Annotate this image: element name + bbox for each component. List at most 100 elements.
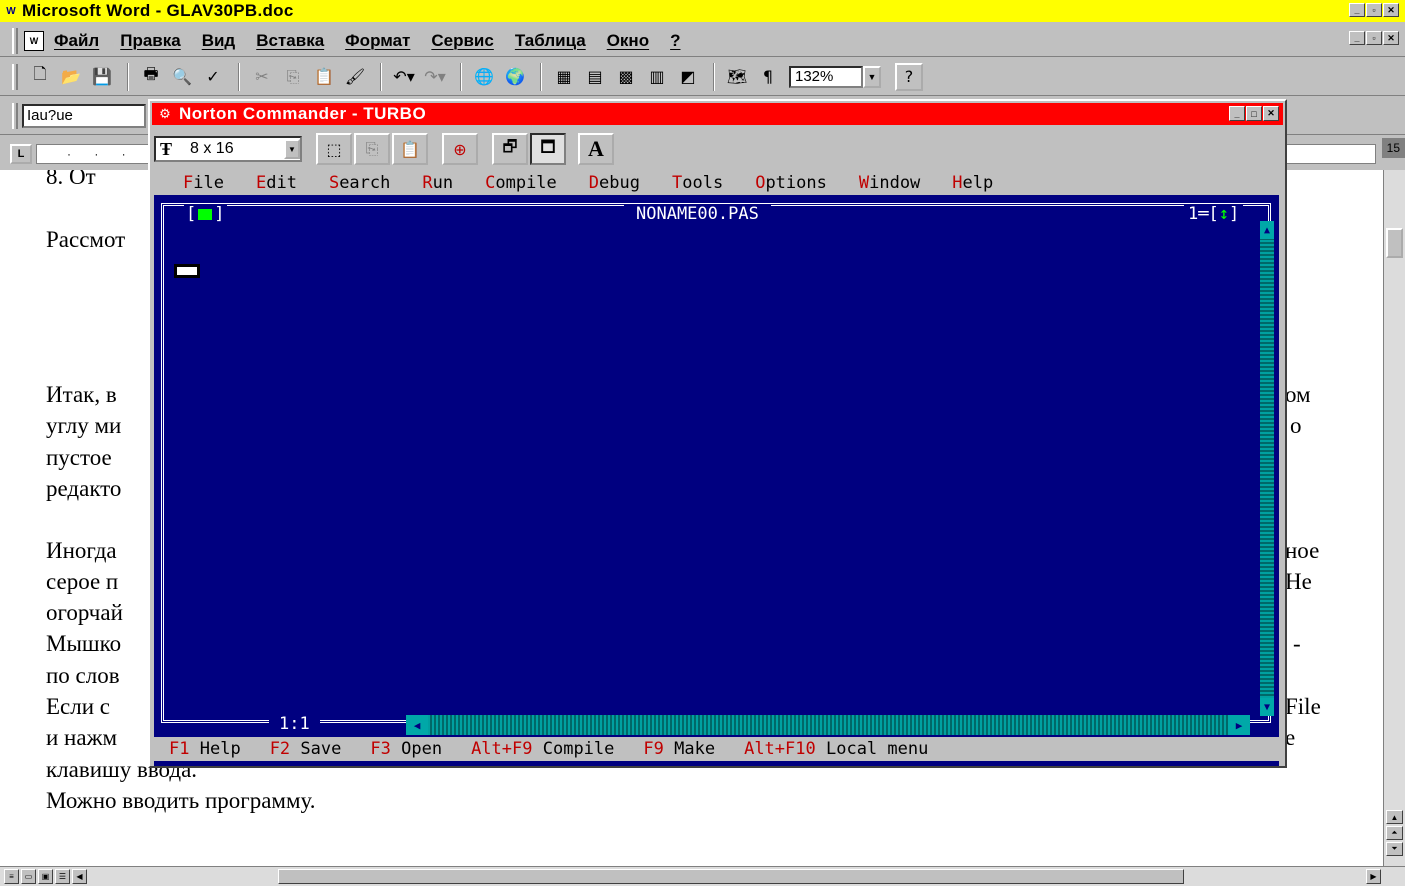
norton-commander-window[interactable]: ⚙ Norton Commander - TURBO _ □ ✕ Ŧ 8 x 1…: [148, 99, 1287, 768]
status-make[interactable]: F9 Make: [643, 739, 715, 759]
paste-icon[interactable]: 📋: [310, 63, 338, 91]
tp-scroll-right-icon[interactable]: ▶: [1228, 715, 1250, 735]
vscroll-thumb[interactable]: [1386, 228, 1403, 258]
tables-borders-icon[interactable]: ▦: [550, 63, 578, 91]
nc-close-icon[interactable]: ✕: [1263, 106, 1279, 121]
toolbar-grip[interactable]: [12, 63, 18, 90]
editor-close-icon[interactable]: []: [184, 204, 227, 224]
hscroll-thumb[interactable]: [278, 869, 1184, 884]
word-vertical-scrollbar[interactable]: ▲ ⏶ ⏷: [1383, 170, 1405, 866]
tp-scroll-left-icon[interactable]: ◀: [406, 715, 428, 735]
normal-view-icon[interactable]: ≡: [4, 869, 19, 884]
msdos-icon[interactable]: ⚙: [155, 105, 175, 123]
doc-close-icon[interactable]: ✕: [1383, 31, 1399, 45]
turbo-pascal-console[interactable]: File Edit Search Run Compile Debug Tools…: [154, 171, 1279, 766]
insert-table-icon[interactable]: ▤: [581, 63, 609, 91]
tp-scroll-down-icon[interactable]: ▼: [1260, 698, 1274, 716]
close-icon[interactable]: ✕: [1383, 3, 1399, 17]
tp-menu-compile[interactable]: Compile: [485, 173, 557, 193]
format-grip[interactable]: [12, 102, 18, 129]
zoom-dropdown-icon[interactable]: ▼: [863, 65, 881, 88]
new-doc-icon[interactable]: 🗋: [26, 63, 54, 91]
spelling-icon[interactable]: ✓: [199, 63, 227, 91]
scroll-right-icon[interactable]: ▶: [1366, 869, 1381, 884]
print-icon[interactable]: 🖶: [137, 63, 165, 91]
status-compile[interactable]: Alt+F9 Compile: [471, 739, 614, 759]
status-help[interactable]: F1 Help: [169, 739, 241, 759]
format-painter-icon[interactable]: 🖌: [341, 63, 369, 91]
nc-minimize-icon[interactable]: _: [1229, 106, 1245, 121]
redo-icon[interactable]: ↷▾: [421, 63, 449, 91]
tp-menu-tools[interactable]: Tools: [672, 173, 723, 193]
tp-menu-run[interactable]: Run: [422, 173, 453, 193]
tp-scroll-up-icon[interactable]: ▲: [1260, 221, 1274, 239]
menu-edit[interactable]: Правка: [120, 31, 180, 51]
hyperlink-icon[interactable]: 🌍: [501, 63, 529, 91]
print-preview-icon[interactable]: 🔍: [168, 63, 196, 91]
nc-title-bar[interactable]: ⚙ Norton Commander - TURBO _ □ ✕: [152, 103, 1283, 125]
status-local-menu[interactable]: Alt+F10 Local menu: [744, 739, 928, 759]
tp-horizontal-scrollbar[interactable]: ◀ ▶: [406, 715, 1250, 735]
menu-file[interactable]: Файл: [54, 31, 99, 51]
tp-menu-search[interactable]: Search: [329, 173, 390, 193]
fullscreen-icon[interactable]: ⊕: [442, 133, 478, 165]
next-page-icon[interactable]: ⏷: [1386, 842, 1403, 856]
style-combobox[interactable]: Iau?ue: [22, 103, 146, 128]
web-toolbar-icon[interactable]: 🌐: [470, 63, 498, 91]
editor-filename: NONAME00.PAS: [624, 204, 771, 224]
save-icon[interactable]: 💾: [88, 63, 116, 91]
doc-restore-icon[interactable]: ▫: [1366, 31, 1382, 45]
help-icon[interactable]: ?: [895, 62, 923, 91]
background-icon[interactable]: 🗖: [530, 133, 566, 165]
insert-excel-icon[interactable]: ▩: [612, 63, 640, 91]
columns-icon[interactable]: ▥: [643, 63, 671, 91]
copy-icon[interactable]: ⎘: [279, 63, 307, 91]
menu-view[interactable]: Вид: [202, 31, 236, 51]
scroll-left-icon[interactable]: ◀: [72, 869, 87, 884]
properties-icon[interactable]: 🗗: [492, 133, 528, 165]
drawing-icon[interactable]: ◩: [674, 63, 702, 91]
tp-menu-options[interactable]: Options: [755, 173, 827, 193]
doc-map-icon[interactable]: 🗺: [723, 63, 751, 91]
minimize-icon[interactable]: _: [1349, 3, 1365, 17]
cut-icon[interactable]: ✂: [248, 63, 276, 91]
show-marks-icon[interactable]: ¶: [754, 63, 782, 91]
font-a-icon[interactable]: A: [578, 133, 614, 165]
mark-icon[interactable]: ⬚: [316, 133, 352, 165]
word-horizontal-scrollbar[interactable]: ≡ ▭ ▣ ☰ ◀ ▶: [0, 866, 1405, 886]
scroll-up-icon[interactable]: ▲: [1386, 810, 1403, 824]
font-size-combobox[interactable]: Ŧ 8 x 16 ▼: [154, 136, 302, 162]
nc-maximize-icon[interactable]: □: [1246, 106, 1262, 121]
page-view-icon[interactable]: ▣: [38, 869, 53, 884]
tp-menu-debug[interactable]: Debug: [589, 173, 640, 193]
menu-tools[interactable]: Сервис: [431, 31, 493, 51]
open-folder-icon[interactable]: 📂: [57, 63, 85, 91]
tp-editor-window[interactable]: [] NONAME00.PAS 1═[↕] 1:1 ▲ ▼ ◀ ▶: [158, 197, 1275, 735]
online-view-icon[interactable]: ▭: [21, 869, 36, 884]
menu-grip[interactable]: [12, 27, 18, 54]
font-dropdown-icon[interactable]: ▼: [284, 139, 300, 159]
menu-help[interactable]: ?: [670, 31, 680, 51]
status-open[interactable]: F3 Open: [370, 739, 442, 759]
copy-icon[interactable]: ⎘: [354, 133, 390, 165]
menu-format[interactable]: Формат: [345, 31, 410, 51]
tp-vertical-scrollbar[interactable]: ▲ ▼: [1260, 221, 1274, 716]
undo-icon[interactable]: ↶▾: [390, 63, 418, 91]
zoom-combobox[interactable]: 132%: [789, 65, 863, 88]
menu-window[interactable]: Окно: [607, 31, 649, 51]
document-icon[interactable]: W: [24, 30, 44, 51]
menu-insert[interactable]: Вставка: [256, 31, 324, 51]
tab-selector[interactable]: L: [10, 144, 32, 164]
paste-icon[interactable]: 📋: [392, 133, 428, 165]
doc-minimize-icon[interactable]: _: [1349, 31, 1365, 45]
restore-icon[interactable]: ▫: [1366, 3, 1382, 17]
tp-menu-file[interactable]: File: [183, 173, 224, 193]
editor-window-number[interactable]: 1═[↕]: [1184, 204, 1244, 224]
tp-menu-edit[interactable]: Edit: [256, 173, 297, 193]
menu-table[interactable]: Таблица: [515, 31, 586, 51]
prev-page-icon[interactable]: ⏶: [1386, 826, 1403, 840]
outline-view-icon[interactable]: ☰: [55, 869, 70, 884]
tp-menu-window[interactable]: Window: [859, 173, 920, 193]
tp-menu-help[interactable]: Help: [952, 173, 993, 193]
status-save[interactable]: F2 Save: [270, 739, 342, 759]
